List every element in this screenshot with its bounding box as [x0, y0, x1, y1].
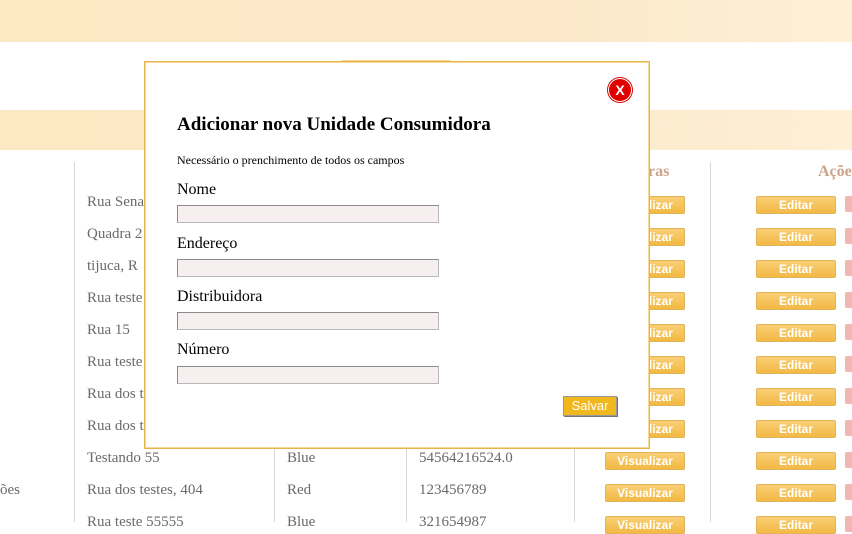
column-header-faturas: ras [648, 163, 670, 180]
number-input[interactable] [177, 366, 439, 384]
view-invoices-button[interactable]: Visualizar [605, 452, 685, 470]
edit-button[interactable]: Editar [756, 260, 836, 278]
delete-button[interactable] [845, 324, 852, 340]
row-distributor: Blue [287, 450, 316, 466]
row-address: Rua dos t [87, 386, 144, 402]
row-address: Rua dos t [87, 418, 144, 434]
delete-button[interactable] [845, 292, 852, 308]
view-invoices-button[interactable]: Visualizar [605, 516, 685, 534]
address-input[interactable] [177, 259, 439, 277]
delete-button[interactable] [845, 260, 852, 276]
modal-required-note: Necessário o prenchimento de todos os ca… [177, 153, 405, 167]
close-modal-button[interactable]: X [609, 79, 631, 101]
row-number: 54564216524.0 [419, 450, 513, 466]
row-distributor: Blue [287, 514, 316, 530]
delete-button[interactable] [845, 420, 852, 436]
edit-button[interactable]: Editar [756, 228, 836, 246]
edit-button[interactable]: Editar [756, 292, 836, 310]
row-address: tijuca, R [87, 258, 138, 274]
left-edge-text: ões [0, 482, 20, 498]
name-label: Nome [177, 181, 217, 198]
edit-button[interactable]: Editar [756, 324, 836, 342]
name-input[interactable] [177, 205, 439, 223]
column-divider [74, 162, 75, 522]
row-address: Rua teste [87, 354, 143, 370]
column-divider [710, 162, 711, 522]
row-distributor: Red [287, 482, 312, 498]
modal-title: Adicionar nova Unidade Consumidora [177, 114, 491, 135]
row-number: 321654987 [419, 514, 487, 530]
delete-button[interactable] [845, 388, 852, 404]
row-address: Rua dos testes, 404 [87, 482, 203, 498]
row-number: 123456789 [419, 482, 487, 498]
row-address: Testando 55 [87, 450, 160, 466]
edit-button[interactable]: Editar [756, 388, 836, 406]
delete-button[interactable] [845, 356, 852, 372]
row-address: Rua teste [87, 290, 143, 306]
delete-button[interactable] [845, 452, 852, 468]
row-address: Rua 15 [87, 322, 130, 338]
row-address: Rua teste 55555 [87, 514, 184, 530]
edit-button[interactable]: Editar [756, 452, 836, 470]
delete-button[interactable] [845, 228, 852, 244]
distributor-input[interactable] [177, 312, 439, 330]
edit-button[interactable]: Editar [756, 356, 836, 374]
row-address: Rua Sena [87, 194, 145, 210]
edit-button[interactable]: Editar [756, 196, 836, 214]
edit-button[interactable]: Editar [756, 484, 836, 502]
edit-button[interactable]: Editar [756, 516, 836, 534]
delete-button[interactable] [845, 484, 852, 500]
edit-button[interactable]: Editar [756, 420, 836, 438]
add-unit-modal: X Adicionar nova Unidade Consumidora Nec… [144, 61, 650, 449]
number-label: Número [177, 341, 230, 358]
view-invoices-button[interactable]: Visualizar [605, 484, 685, 502]
header-banner [0, 0, 852, 42]
column-header-acoes: Açõe [818, 163, 852, 180]
distributor-label: Distribuidora [177, 288, 263, 305]
address-label: Endereço [177, 235, 238, 252]
save-button[interactable]: Salvar [563, 396, 617, 416]
delete-button[interactable] [845, 196, 852, 212]
delete-button[interactable] [845, 516, 852, 532]
row-address: Quadra 2 [87, 226, 143, 242]
